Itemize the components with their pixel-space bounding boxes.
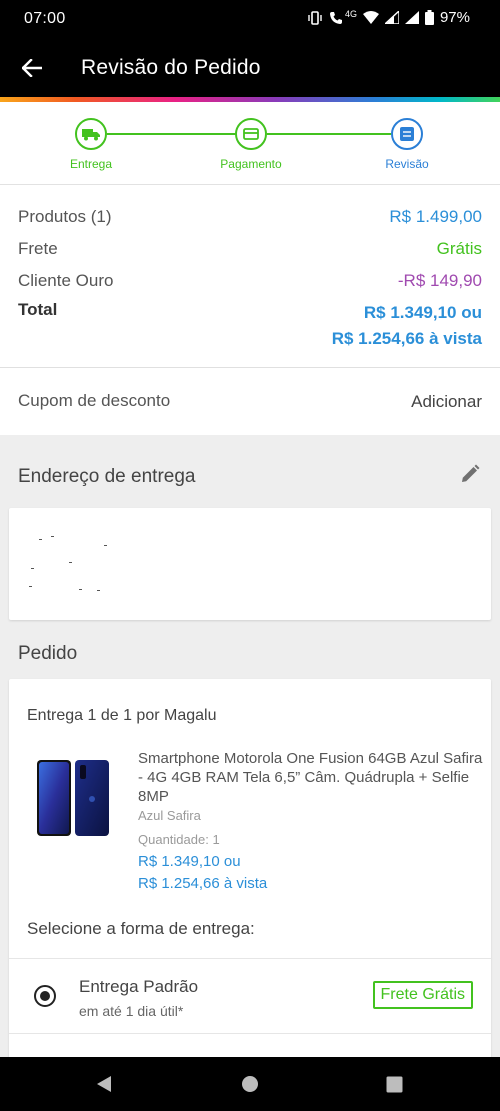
client-discount: -R$ 149,90: [397, 271, 482, 290]
call-icon: [329, 11, 342, 24]
content-area: Endereço de entrega Pedido Entrega 1 de …: [0, 435, 500, 1059]
address-redacted-mark: [31, 568, 34, 569]
coupon-row: Cupom de desconto Adicionar: [0, 369, 500, 435]
step-entrega[interactable]: Entrega: [36, 118, 146, 171]
battery-percent: 97%: [439, 9, 470, 26]
system-nav-bar: [0, 1057, 500, 1111]
triangle-back-icon: [97, 1076, 111, 1092]
status-bar: 07:00 4G 97%: [0, 0, 500, 38]
shipping-option-time: em até 1 dia útil*: [79, 1003, 184, 1019]
step-revisao[interactable]: Revisão: [352, 118, 462, 171]
square-recents-icon: [386, 1076, 402, 1092]
status-icons: 4G 97%: [307, 9, 470, 26]
shipping-radio[interactable]: [34, 985, 56, 1007]
pencil-icon: [462, 464, 480, 482]
circle-home-icon: [242, 1076, 258, 1092]
truck-icon: [82, 128, 100, 140]
coupon-label: Cupom de desconto: [18, 391, 171, 410]
summary-row-total: Total R$ 1.349,10 ou R$ 1.254,66 à vista: [18, 300, 482, 352]
product-name[interactable]: Smartphone Motorola One Fusion 64GB Azul…: [138, 749, 483, 806]
order-section-title: Pedido: [18, 643, 78, 664]
shipping-value: Grátis: [436, 239, 482, 258]
product-price-cash: R$ 1.254,66 à vista: [138, 875, 268, 892]
order-summary: Produtos (1) R$ 1.499,00 Frete Grátis Cl…: [0, 186, 500, 368]
product-price-installments: R$ 1.349,10 ou: [138, 853, 241, 870]
shipping-option-standard[interactable]: Entrega Padrão em até 1 dia útil* Frete …: [9, 959, 491, 1033]
shipping-label: Frete: [18, 239, 58, 258]
address-redacted-mark: [97, 590, 100, 591]
total-line-cash: R$ 1.254,66 à vista: [331, 329, 482, 348]
step-label: Revisão: [385, 157, 429, 171]
address-redacted-mark: [69, 562, 72, 563]
summary-row-products: Produtos (1) R$ 1.499,00: [18, 207, 482, 227]
card-icon: [243, 128, 259, 140]
address-section-title: Endereço de entrega: [18, 466, 196, 487]
free-shipping-badge: Frete Grátis: [372, 981, 473, 1009]
back-button[interactable]: [14, 50, 50, 86]
products-label: Produtos (1): [18, 207, 112, 226]
address-redacted-mark: [51, 536, 54, 537]
address-card[interactable]: [9, 508, 491, 620]
battery-icon: [424, 10, 434, 25]
step-circle: [75, 118, 107, 150]
total-value: R$ 1.349,10 ou R$ 1.254,66 à vista: [332, 300, 482, 352]
status-time: 07:00: [24, 10, 66, 27]
address-redacted-mark: [79, 589, 82, 590]
vibrate-icon: [308, 10, 322, 25]
total-label: Total: [18, 300, 58, 319]
step-circle: [391, 118, 423, 150]
network-type: 4G: [344, 8, 357, 19]
select-shipping-label: Selecione a forma de entrega:: [27, 919, 255, 938]
checkout-stepper: Entrega Pagamento Revisão: [0, 102, 500, 185]
page-title: Revisão do Pedido: [81, 56, 261, 79]
edit-address-button[interactable]: [460, 464, 480, 489]
order-card: Entrega 1 de 1 por Magalu Smartphone Mot…: [9, 679, 491, 1059]
products-value: R$ 1.499,00: [389, 207, 482, 226]
delivery-header: Entrega 1 de 1 por Magalu: [27, 707, 217, 724]
step-circle: [235, 118, 267, 150]
summary-row-shipping: Frete Grátis: [18, 239, 482, 259]
total-line-installments: R$ 1.349,10 ou: [363, 303, 482, 322]
summary-row-client: Cliente Ouro -R$ 149,90: [18, 271, 482, 291]
product-color: Azul Safira: [138, 808, 201, 823]
nav-home-button[interactable]: [238, 1072, 262, 1096]
address-redacted-mark: [104, 545, 107, 546]
nav-recents-button[interactable]: [382, 1072, 406, 1096]
app-bar: Revisão do Pedido: [0, 38, 500, 97]
arrow-left-icon: [22, 59, 42, 77]
add-coupon-button[interactable]: Adicionar: [411, 392, 482, 412]
step-pagamento[interactable]: Pagamento: [196, 118, 306, 171]
address-redacted-mark: [29, 586, 32, 587]
step-label: Entrega: [69, 157, 113, 171]
address-redacted-mark: [39, 539, 42, 540]
signal-icon: [384, 11, 399, 24]
product-quantity: Quantidade: 1: [138, 832, 220, 847]
signal-icon-2: [404, 11, 419, 24]
nav-back-button[interactable]: [92, 1072, 116, 1096]
divider: [9, 1033, 491, 1034]
shipping-option-name: Entrega Padrão: [79, 977, 199, 996]
client-label: Cliente Ouro: [18, 271, 114, 290]
review-icon: [400, 127, 414, 141]
wifi-icon: [362, 11, 379, 24]
step-label: Pagamento: [220, 157, 282, 171]
product-price: R$ 1.349,10 ou R$ 1.254,66 à vista: [138, 851, 267, 895]
product-image: [37, 760, 109, 836]
